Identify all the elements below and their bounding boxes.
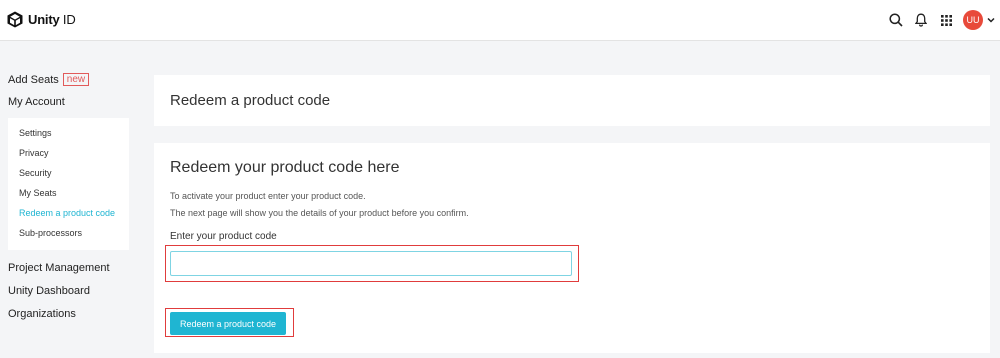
submenu-item-settings[interactable]: Settings: [19, 128, 52, 138]
redeem-button[interactable]: Redeem a product code: [170, 312, 286, 335]
account-submenu: Settings Privacy Security My Seats Redee…: [8, 118, 129, 250]
add-seats-label: Add Seats: [8, 74, 59, 86]
submenu-item-sub-processors[interactable]: Sub-processors: [19, 228, 82, 238]
submenu-item-security[interactable]: Security: [19, 168, 52, 178]
submenu-item-my-seats[interactable]: My Seats: [19, 188, 57, 198]
product-code-input[interactable]: [170, 251, 572, 276]
unity-logo-icon: [7, 11, 23, 28]
page-title-card: Redeem a product code: [154, 75, 990, 126]
description-line-1: To activate your product enter your prod…: [170, 191, 366, 201]
apps-grid-icon[interactable]: [937, 11, 955, 29]
submenu-item-privacy[interactable]: Privacy: [19, 148, 49, 158]
top-header: Unity ID UU: [0, 0, 1000, 41]
new-badge: new: [62, 73, 90, 86]
section-title: Redeem your product code here: [170, 159, 400, 176]
sidebar-unity-dashboard[interactable]: Unity Dashboard: [8, 285, 90, 297]
chevron-down-icon[interactable]: [986, 15, 996, 25]
user-avatar[interactable]: UU: [963, 10, 983, 30]
submenu-item-redeem-product-code[interactable]: Redeem a product code: [19, 208, 115, 218]
sidebar-organizations[interactable]: Organizations: [8, 308, 76, 320]
product-code-label: Enter your product code: [170, 231, 277, 242]
sidebar-add-seats[interactable]: Add Seats new: [8, 73, 90, 86]
logo-text: Unity ID: [28, 12, 76, 27]
sidebar-project-management[interactable]: Project Management: [8, 262, 110, 274]
unity-id-logo[interactable]: Unity ID: [7, 11, 76, 28]
sidebar-my-account[interactable]: My Account: [8, 96, 65, 108]
description-line-2: The next page will show you the details …: [170, 208, 469, 218]
bell-icon[interactable]: [912, 11, 930, 29]
page-title: Redeem a product code: [170, 92, 331, 109]
logo-brand-text: Unity: [28, 12, 60, 27]
search-icon[interactable]: [887, 11, 905, 29]
logo-suffix-text: ID: [59, 12, 76, 27]
